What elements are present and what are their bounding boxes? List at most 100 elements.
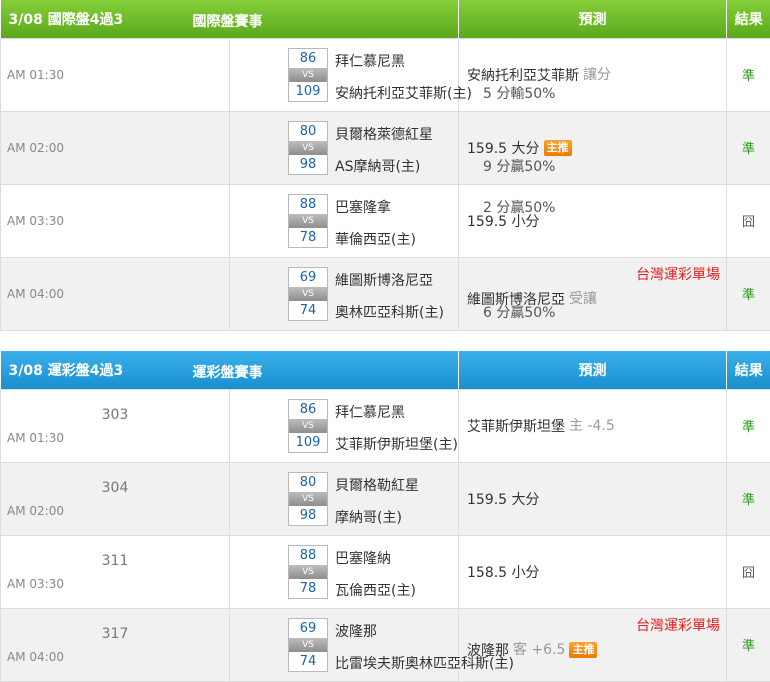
team-1[interactable]: 巴塞隆拿 bbox=[335, 197, 391, 217]
tw-single-label: 台灣運彩單場 bbox=[636, 266, 720, 283]
result-mark: 囧 bbox=[726, 183, 770, 258]
result-mark: 準 bbox=[726, 461, 770, 536]
prediction-cell: 艾菲斯伊斯坦堡主 -4.5 bbox=[458, 388, 727, 463]
prediction-text: 安納托利亞艾菲斯 bbox=[467, 68, 579, 84]
recommend-badge: 主推 bbox=[569, 641, 598, 658]
vs-label: VS bbox=[289, 491, 327, 506]
match-cell: 69 VS 74 波隆那 比雷埃夫斯奧林匹亞科斯(主) bbox=[229, 607, 514, 682]
vs-label: VS bbox=[289, 286, 327, 301]
team-1[interactable]: 貝爾格勒紅星 bbox=[335, 475, 419, 495]
home-score: 80 bbox=[299, 474, 317, 490]
match-time: AM 03:30 bbox=[7, 576, 64, 591]
match-cell: 86 VS 109 拜仁慕尼黑 安納托利亞艾菲斯(主) 5 分輸50% bbox=[229, 37, 555, 112]
team-2[interactable]: 奧林匹亞科斯(主) bbox=[335, 302, 444, 322]
home-score: 86 bbox=[299, 50, 317, 66]
match-cell: 86 VS 109 拜仁慕尼黑 艾菲斯伊斯坦堡(主) bbox=[229, 388, 459, 463]
intl-header-title: 國際盤賽事 bbox=[192, 14, 263, 30]
team-2[interactable]: 瓦倫西亞(主) bbox=[335, 580, 416, 600]
tw-single-label: 台灣運彩單場 bbox=[636, 617, 720, 634]
intl-header-prediction: 預測 bbox=[458, 0, 727, 38]
team-1[interactable]: 拜仁慕尼黑 bbox=[335, 402, 405, 422]
prediction-cell: 159.5 大分 主推 bbox=[458, 110, 727, 185]
intl-table: 3/08 國際盤4過3 國際盤賽事 預測 結果 AM 01:30 86 VS 1… bbox=[0, 0, 770, 331]
prediction-cell: 159.5 小分 bbox=[458, 183, 727, 258]
match-number: 311 bbox=[101, 552, 129, 569]
match-time: AM 01:30 bbox=[0, 37, 230, 112]
intl-header: 3/08 國際盤4過3 國際盤賽事 bbox=[0, 0, 459, 38]
sport-match-row: 304 AM 02:00 80 VS 98 貝爾格勒紅星 摩納哥(主) 159.… bbox=[0, 461, 770, 536]
sport-match-row: 317 AM 04:00 69 VS 74 波隆那 比雷埃夫斯奧林匹亞科斯(主)… bbox=[0, 607, 770, 682]
vs-label: VS bbox=[289, 564, 327, 579]
sport-table: 3/08 運彩盤4過3 運彩盤賽事 預測 結果 303 AM 01:30 86 … bbox=[0, 351, 770, 682]
team-1[interactable]: 拜仁慕尼黑 bbox=[335, 51, 405, 71]
score-box: 88 VS 78 bbox=[288, 193, 328, 248]
match-time: AM 02:00 bbox=[7, 503, 64, 518]
prediction-note: 受讓 bbox=[569, 290, 597, 307]
score-box: 86 VS 109 bbox=[288, 398, 328, 453]
team-2[interactable]: 華倫西亞(主) bbox=[335, 229, 416, 249]
match-time-cell: 311 AM 03:30 bbox=[0, 534, 230, 609]
score-box: 80 VS 98 bbox=[288, 120, 328, 175]
prediction-text: 158.5 小分 bbox=[467, 564, 540, 581]
away-score: 74 bbox=[299, 653, 317, 669]
prediction-text: 維圖斯博洛尼亞 bbox=[467, 291, 565, 308]
match-cell: 69 VS 74 維圖斯博洛尼亞 奧林匹亞科斯(主) 6 分贏50% bbox=[229, 256, 555, 331]
match-cell: 80 VS 98 貝爾格萊德紅星 AS摩納哥(主) 9 分贏50% bbox=[229, 110, 555, 185]
sport-match-row: 303 AM 01:30 86 VS 109 拜仁慕尼黑 艾菲斯伊斯坦堡(主) … bbox=[0, 388, 770, 463]
prediction-note: 客 +6.5 bbox=[513, 641, 566, 658]
match-number: 317 bbox=[101, 625, 129, 642]
prediction-text: 159.5 大分 bbox=[467, 491, 540, 508]
score-box: 69 VS 74 bbox=[288, 266, 328, 321]
away-score: 74 bbox=[299, 302, 317, 318]
team-2[interactable]: 艾菲斯伊斯坦堡(主) bbox=[335, 434, 458, 454]
away-score: 78 bbox=[299, 229, 317, 245]
home-score: 86 bbox=[299, 401, 317, 417]
prediction-cell: 台灣運彩單場 波隆那客 +6.5 主推 bbox=[458, 607, 727, 682]
match-time: AM 04:00 bbox=[0, 256, 230, 331]
sport-header-prediction: 預測 bbox=[458, 351, 727, 389]
team-1[interactable]: 維圖斯博洛尼亞 bbox=[335, 270, 433, 290]
home-score: 69 bbox=[299, 269, 317, 285]
match-time-cell: 303 AM 01:30 bbox=[0, 388, 230, 463]
sport-header: 3/08 運彩盤4過3 運彩盤賽事 bbox=[0, 351, 459, 389]
prediction-cell: 158.5 小分 bbox=[458, 534, 727, 609]
prediction-cell: 台灣運彩單場 維圖斯博洛尼亞 受讓 bbox=[458, 256, 727, 331]
match-time: AM 01:30 bbox=[7, 430, 64, 445]
prediction-text: 159.5 小分 bbox=[467, 213, 540, 230]
score-box: 88 VS 78 bbox=[288, 544, 328, 599]
match-time-cell: 304 AM 02:00 bbox=[0, 461, 230, 536]
sport-header-row: 3/08 運彩盤4過3 運彩盤賽事 預測 結果 bbox=[0, 351, 770, 389]
result-mark: 囧 bbox=[726, 534, 770, 609]
result-mark: 準 bbox=[726, 37, 770, 112]
match-time: AM 02:00 bbox=[0, 110, 230, 185]
prediction-cell: 安納托利亞艾菲斯 讓分 bbox=[458, 37, 727, 112]
prediction-text: 波隆那 bbox=[467, 642, 509, 659]
vs-label: VS bbox=[289, 418, 327, 433]
intl-match-row: AM 01:30 86 VS 109 拜仁慕尼黑 安納托利亞艾菲斯(主) 5 分… bbox=[0, 37, 770, 112]
sport-header-date: 3/08 運彩盤4過3 bbox=[8, 362, 124, 379]
vs-label: VS bbox=[289, 67, 327, 82]
team-2[interactable]: 摩納哥(主) bbox=[335, 507, 402, 527]
result-mark: 準 bbox=[726, 607, 770, 682]
match-time-cell: 317 AM 04:00 bbox=[0, 607, 230, 682]
away-score: 109 bbox=[295, 83, 321, 99]
sport-match-row: 311 AM 03:30 88 VS 78 巴塞隆納 瓦倫西亞(主) 158.5… bbox=[0, 534, 770, 609]
home-score: 88 bbox=[299, 547, 317, 563]
score-box: 80 VS 98 bbox=[288, 471, 328, 526]
match-cell: 88 VS 78 巴塞隆拿 華倫西亞(主) 2 分贏50% bbox=[229, 183, 555, 258]
away-score: 78 bbox=[299, 580, 317, 596]
prediction-note: 主 -4.5 bbox=[569, 418, 615, 434]
team-1[interactable]: 貝爾格萊德紅星 bbox=[335, 124, 433, 144]
team-2[interactable]: AS摩納哥(主) bbox=[335, 156, 420, 176]
home-score: 80 bbox=[299, 123, 317, 139]
result-mark: 準 bbox=[726, 388, 770, 463]
prediction-text: 159.5 大分 bbox=[467, 140, 540, 157]
score-box: 86 VS 109 bbox=[288, 47, 328, 102]
home-score: 69 bbox=[299, 620, 317, 636]
team-1[interactable]: 波隆那 bbox=[335, 621, 377, 641]
team-1[interactable]: 巴塞隆納 bbox=[335, 548, 391, 568]
home-score: 88 bbox=[299, 196, 317, 212]
team-2[interactable]: 安納托利亞艾菲斯(主) bbox=[335, 83, 472, 103]
prediction-cell: 159.5 大分 bbox=[458, 461, 727, 536]
away-score: 98 bbox=[299, 156, 317, 172]
